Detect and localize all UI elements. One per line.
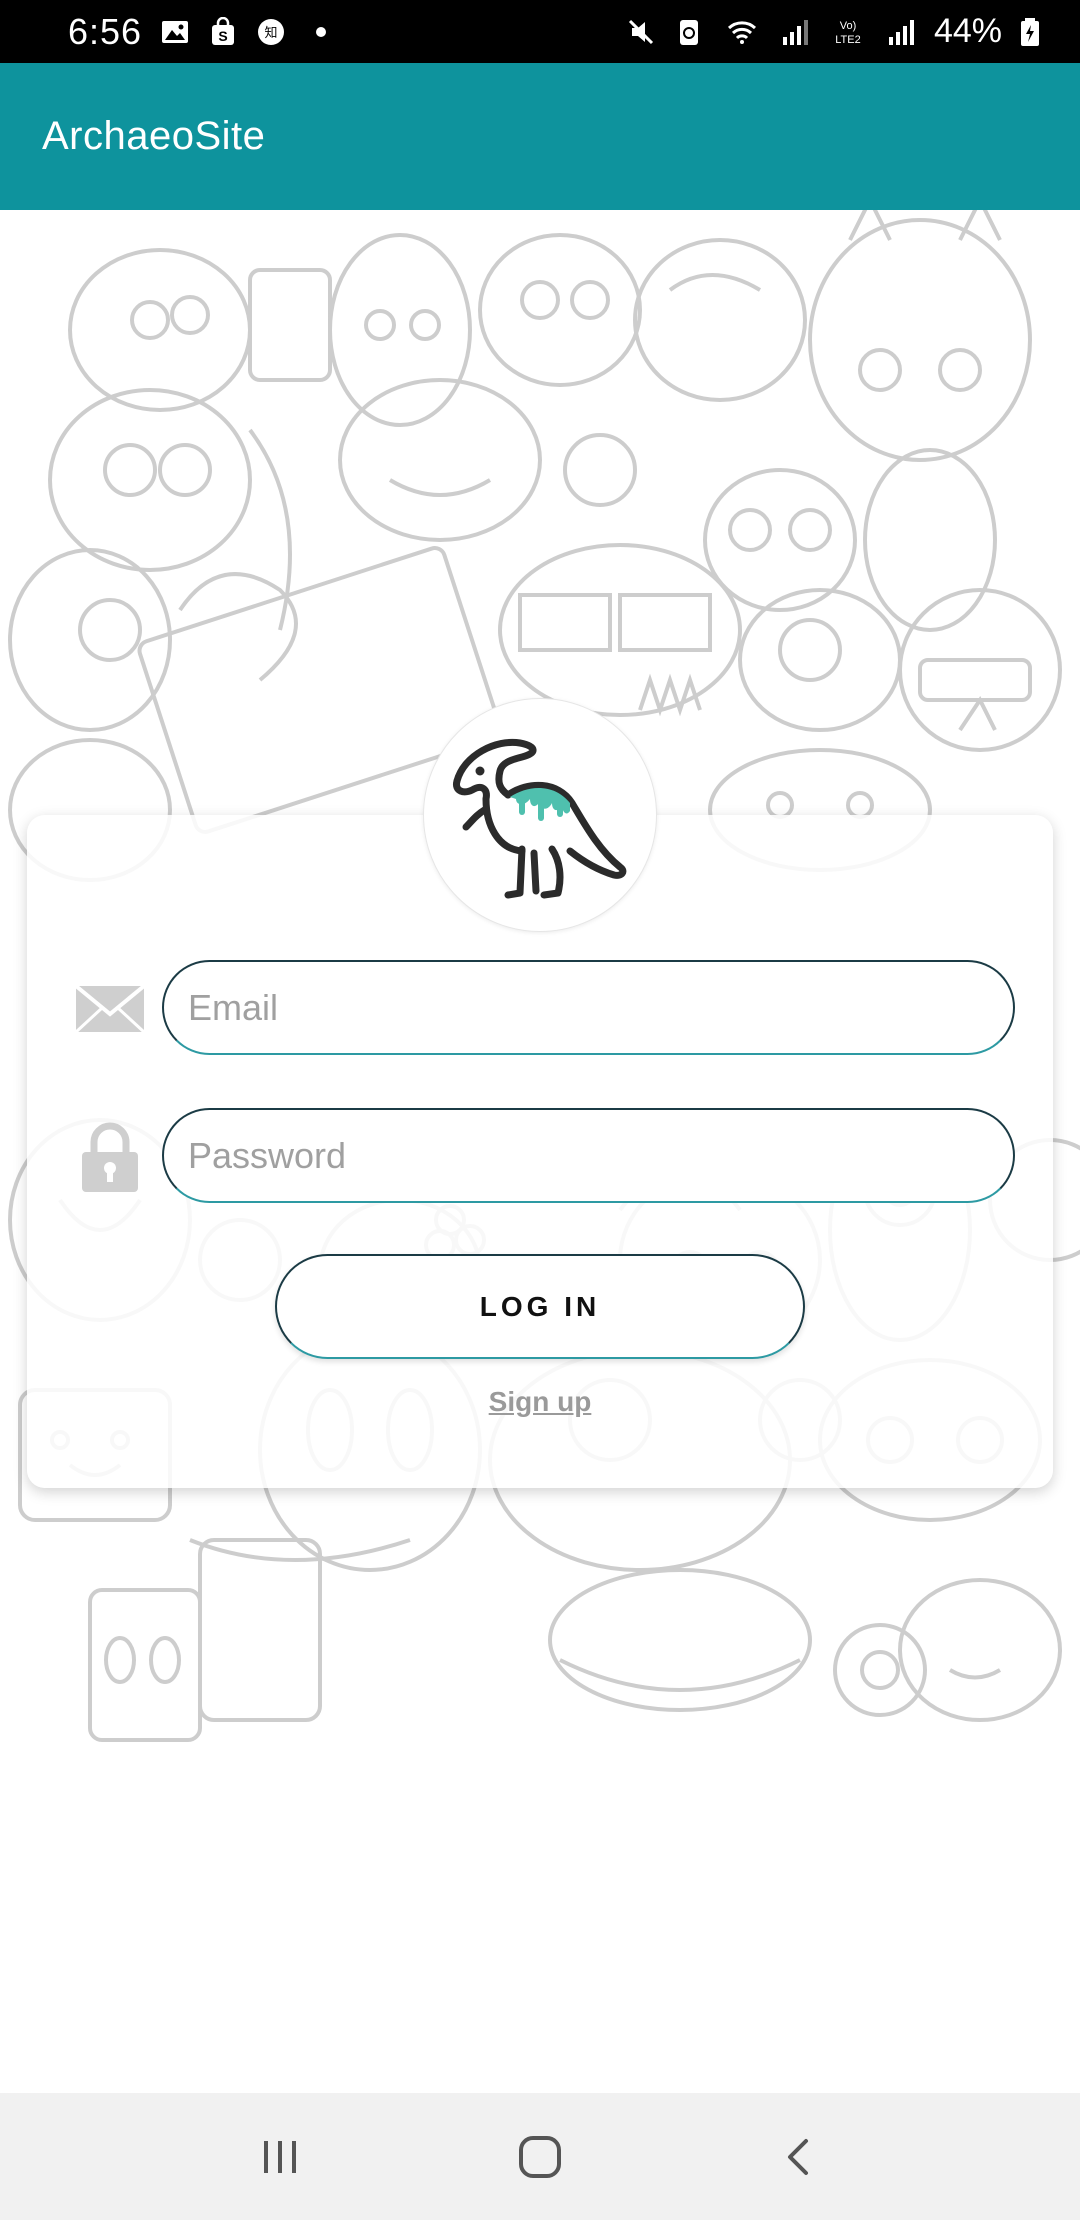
recycle-icon [679,19,698,45]
email-row [70,960,1015,1055]
password-row [70,1108,1015,1203]
dot-icon [316,26,327,37]
recent-apps-icon [264,2140,296,2173]
svg-text:知: 知 [265,25,278,41]
shopping-bag-icon: S [212,16,235,45]
app-logo [423,698,657,932]
mute-icon [628,19,653,44]
battery-icon [1021,17,1039,46]
svg-text:S: S [218,28,227,44]
back-button[interactable] [760,2117,840,2197]
status-left: 6:56 S 知 [68,10,327,53]
home-icon [519,2135,561,2178]
status-time: 6:56 [68,10,143,52]
wifi-icon [727,20,756,44]
back-icon [788,2138,808,2175]
app-bar: ArchaeoSite [0,63,1080,210]
recent-apps-button[interactable] [240,2117,320,2197]
home-button[interactable] [500,2117,580,2197]
svg-text:Vo): Vo) [840,20,857,32]
status-bar: 6:56 S 知 Vo) LTE2 44% [0,0,1080,63]
signup-link[interactable]: Sign up [440,1386,640,1418]
signal-icon [888,19,914,45]
image-icon [162,20,189,43]
signal-icon [782,19,808,45]
envelope-icon [74,984,146,1034]
login-screen: 6:56 S 知 Vo) LTE2 44% ArchaeoSite Email … [0,0,1080,2220]
zhihu-icon: 知 [258,18,285,45]
login-button[interactable]: LOG IN [275,1254,805,1359]
password-input[interactable] [162,1108,1015,1203]
status-right: Vo) LTE2 44% [626,12,1040,51]
navigation-bar [0,2093,1080,2220]
battery-percent: 44% [933,12,1002,50]
svg-text:LTE2: LTE2 [835,34,860,46]
dinosaur-icon [453,738,627,899]
email-input[interactable] [162,960,1015,1055]
app-title: ArchaeoSite [42,114,266,158]
lock-icon [82,1122,138,1192]
volte-icon: Vo) LTE2 [835,20,860,46]
